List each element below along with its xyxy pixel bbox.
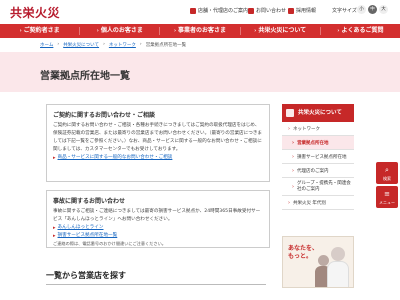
util-link-recruit[interactable]: 採用情報 bbox=[288, 7, 316, 14]
font-size-switcher: 小 中 大 bbox=[357, 5, 388, 14]
nav-item-label: 共栄火災について bbox=[258, 27, 307, 34]
util-link-contact-label: お問い合わせ bbox=[256, 8, 287, 14]
sidebar-item-agencies[interactable]: › 代理店のご案内 bbox=[282, 164, 354, 178]
arrow-right-icon: ▸ bbox=[53, 225, 56, 231]
search-button-label: 検索 bbox=[383, 176, 391, 181]
mail-icon bbox=[248, 7, 254, 14]
menu-button-label: メニュー bbox=[379, 200, 395, 205]
breadcrumb: ホーム › 共栄火災について › ネットワーク › 営業拠点所在地一覧 bbox=[40, 42, 186, 48]
breadcrumb-separator: › bbox=[103, 42, 105, 47]
sidebar-head-label: 共栄火災について bbox=[298, 110, 342, 116]
logo[interactable]: 共栄火災 bbox=[10, 4, 60, 21]
link-label: あんしんほっとライン bbox=[57, 225, 104, 230]
breadcrumb-separator: › bbox=[57, 42, 60, 47]
font-size-label: 文字サイズ bbox=[332, 8, 357, 14]
section-divider bbox=[46, 284, 266, 285]
menu-button[interactable]: ≡ メニュー bbox=[376, 186, 398, 208]
link-label: 商品・サービスに関する一般的なお問い合わせ・ご相談 bbox=[57, 155, 173, 160]
nav-item-about[interactable]: › 共栄火災について bbox=[241, 24, 320, 38]
sidebar-item-sales-offices[interactable]: › 営業拠点所在地 bbox=[282, 136, 354, 150]
chevron-right-icon: › bbox=[254, 28, 257, 34]
search-icon: ⌕ bbox=[385, 166, 389, 174]
card-body: ご契約に関するお問い合わせ・ご相談・各種お手続きにつきましてはご契約の取扱代理店… bbox=[53, 123, 263, 152]
sidebar-item-label: ネットワーク bbox=[293, 126, 320, 132]
banner-text: あなたを、 もっと。 bbox=[288, 245, 319, 260]
breadcrumb-home[interactable]: ホーム bbox=[40, 42, 53, 48]
sidebar-item-label: 営業拠点所在地 bbox=[297, 140, 329, 146]
card-title: ご契約に関するお問い合わせ・ご相談 bbox=[53, 112, 156, 119]
util-link-stores[interactable]: 店舗・代理店のご案内 bbox=[190, 7, 248, 14]
chevron-right-icon: › bbox=[96, 28, 99, 34]
nav-item-individual[interactable]: › 個人のお客さま bbox=[80, 24, 159, 38]
nav-item-label: ご契約者さま bbox=[23, 27, 60, 34]
accident-inquiry-card: 事故に関するお問い合わせ 事故に関するご相談・ご連絡につきましては最寄の損害サー… bbox=[46, 190, 270, 248]
contract-inquiry-card: ご契約に関するお問い合わせ・ご相談 ご契約に関するお問い合わせ・ご相談・各種お手… bbox=[46, 104, 270, 182]
page-hero: 営業拠点所在地一覧 bbox=[0, 52, 400, 92]
chevron-right-icon: › bbox=[19, 28, 22, 34]
sidebar-item-group[interactable]: › グループ・提携先・関連会社のご案内 bbox=[282, 178, 354, 196]
nav-item-policyholders[interactable]: › ご契約者さま bbox=[0, 24, 79, 38]
hotline-link[interactable]: ▸ あんしんほっとライン bbox=[53, 224, 263, 232]
sidebar-head[interactable]: 共栄火災について bbox=[282, 104, 354, 122]
sidebar-item-history[interactable]: › 共栄火災 年代別 bbox=[282, 196, 354, 210]
person-illustration bbox=[327, 261, 349, 287]
nav-item-business[interactable]: › 事業者のお客さま bbox=[160, 24, 239, 38]
person-illustration bbox=[331, 247, 345, 261]
util-link-recruit-label: 採用情報 bbox=[296, 8, 317, 14]
arrow-right-icon: ▸ bbox=[53, 155, 56, 161]
global-nav: › ご契約者さま › 個人のお客さま › 事業者のお客さま › 共栄火災について › よく… bbox=[0, 24, 400, 38]
breadcrumb-separator: › bbox=[139, 42, 142, 47]
sidebar-item-network[interactable]: › ネットワーク bbox=[282, 122, 354, 136]
link-label: 損害サービス拠点所在地一覧 bbox=[57, 233, 118, 238]
card-title: 事故に関するお問い合わせ bbox=[53, 198, 126, 205]
hamburger-icon: ≡ bbox=[384, 190, 390, 198]
breadcrumb-network[interactable]: ネットワーク bbox=[109, 42, 136, 48]
nav-item-label: よくあるご質問 bbox=[341, 27, 384, 34]
nav-item-faq[interactable]: › よくあるご質問 bbox=[321, 24, 400, 38]
location-icon bbox=[190, 7, 196, 14]
arrow-right-icon: ▸ bbox=[53, 233, 56, 239]
sidebar: 共栄火災について › ネットワーク › 営業拠点所在地 › 損害サービス拠点所在… bbox=[282, 104, 354, 210]
section-heading: 一覧から営業店を探す bbox=[46, 271, 126, 280]
chevron-right-icon: › bbox=[292, 167, 294, 174]
breadcrumb-about[interactable]: 共栄火災について bbox=[63, 42, 99, 48]
font-size-small[interactable]: 小 bbox=[357, 5, 366, 14]
sidebar-item-label: 共栄火災 年代別 bbox=[293, 200, 326, 206]
chevron-right-icon: › bbox=[288, 199, 290, 206]
chevron-right-icon: › bbox=[292, 139, 295, 146]
chevron-right-icon: › bbox=[292, 183, 294, 190]
nav-item-label: 事業者のお客さま bbox=[178, 27, 227, 34]
nav-item-label: 個人のお客さま bbox=[100, 27, 143, 34]
product-inquiry-link[interactable]: ▸ 商品・サービスに関する一般的なお問い合わせ・ご相談 bbox=[53, 154, 263, 162]
promo-banner[interactable]: あなたを、 もっと。 bbox=[282, 236, 354, 288]
search-button[interactable]: ⌕ 検索 bbox=[376, 162, 398, 184]
chevron-right-icon: › bbox=[173, 28, 177, 34]
card-note: ご連絡の際は、電話番号のおかけ間違いにご注意ください。 bbox=[53, 241, 166, 246]
sidebar-item-label: グループ・提携先・関連会社のご案内 bbox=[297, 180, 351, 192]
chevron-right-icon: › bbox=[292, 153, 294, 160]
font-size-medium[interactable]: 中 bbox=[368, 5, 377, 14]
claims-office-list-link[interactable]: ▸ 損害サービス拠点所在地一覧 bbox=[53, 232, 263, 240]
util-link-contact[interactable]: お問い合わせ bbox=[248, 7, 286, 14]
card-body: 事故に関するご相談・ご連絡につきましては最寄の損害サービス拠点か、24時間365… bbox=[53, 209, 261, 222]
chevron-right-icon: › bbox=[288, 125, 290, 132]
sidebar-item-label: 代理店のご案内 bbox=[297, 168, 329, 174]
building-icon bbox=[286, 109, 294, 117]
sidebar-item-label: 損害サービス拠点所在地 bbox=[297, 154, 347, 160]
font-size-large[interactable]: 大 bbox=[379, 5, 388, 14]
util-link-stores-label: 店舗・代理店のご案内 bbox=[198, 8, 249, 14]
sidebar-item-claims-offices[interactable]: › 損害サービス拠点所在地 bbox=[282, 150, 354, 164]
top-bar: 共栄火災 店舗・代理店のご案内 お問い合わせ 採用情報 文字サイズ 小 中 大 bbox=[0, 0, 400, 24]
person-icon bbox=[288, 7, 294, 14]
page-title: 営業拠点所在地一覧 bbox=[40, 71, 130, 82]
chevron-right-icon: › bbox=[337, 28, 340, 34]
breadcrumb-current: 営業拠点所在地一覧 bbox=[145, 43, 187, 48]
